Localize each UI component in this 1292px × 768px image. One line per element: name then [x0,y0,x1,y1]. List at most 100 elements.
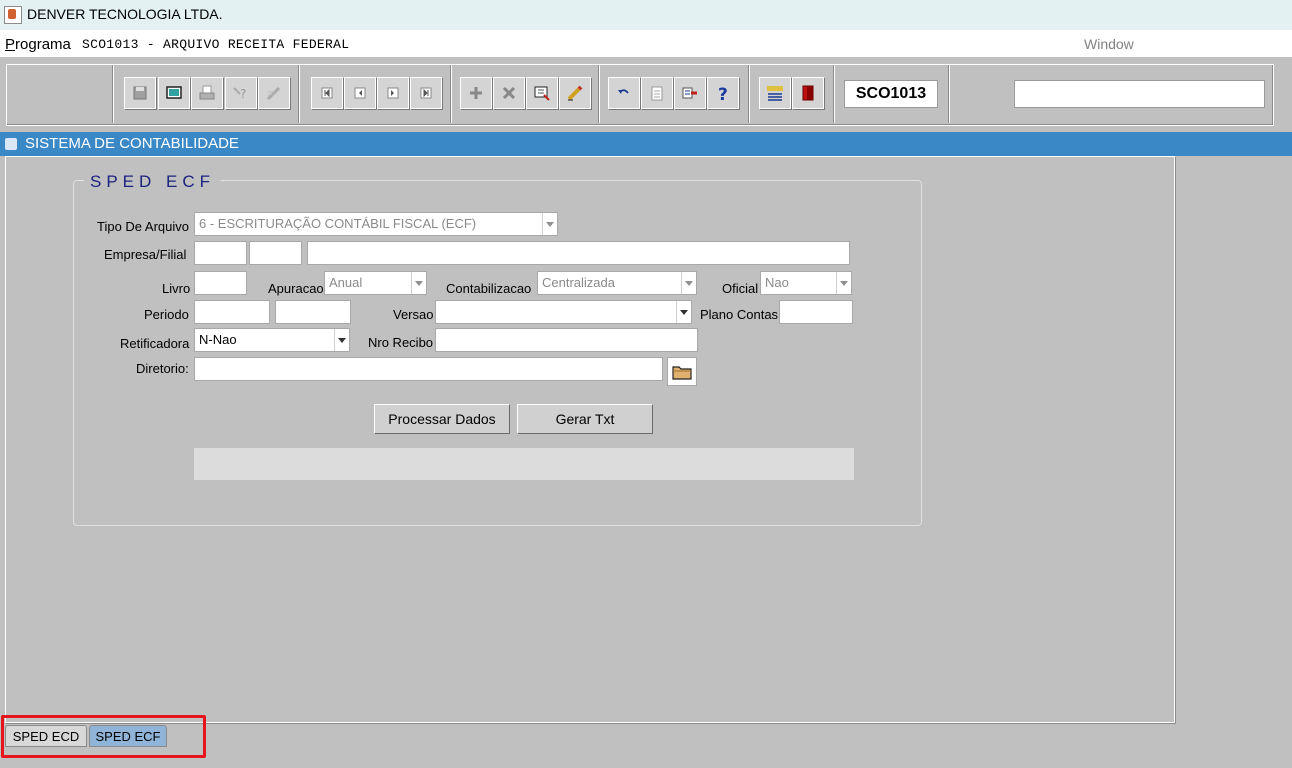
toolbar-separator [598,65,600,123]
group-title: SPED ECF [84,172,222,192]
empresa-nome-input[interactable] [307,241,850,265]
oficial-select[interactable]: Nao [760,271,852,295]
menu-bar: Programa SCO1013 - ARQUIVO RECEITA FEDER… [0,30,1292,57]
edit-button[interactable] [258,77,290,109]
print-button[interactable] [191,77,223,109]
copy-button[interactable] [641,77,673,109]
retificadora-select[interactable]: N-Nao [194,328,350,352]
next-record-icon [387,87,399,99]
section-header: SISTEMA DE CONTABILIDADE [0,132,1292,156]
execute-query-icon [534,86,550,101]
oficial-value: Nao [765,275,789,290]
svg-text:?: ? [240,87,246,101]
delete-x-icon [502,86,516,100]
progress-area [194,448,854,480]
diretorio-label: Diretorio: [136,361,189,376]
last-record-icon [420,87,432,99]
chevron-down-icon [411,272,426,294]
diretorio-input[interactable] [194,357,663,381]
contabilizacao-label: Contabilizacao [446,281,532,296]
menu-programa[interactable]: Programa [5,36,71,53]
oficial-label: Oficial [722,281,759,296]
svg-text:?: ? [718,85,728,102]
periodo-fim-input[interactable] [275,300,351,324]
help-button[interactable]: ? [707,77,739,109]
apuracao-value: Anual [329,275,363,290]
floppy-disk-icon [133,86,147,100]
menu-button[interactable] [759,77,791,109]
gerar-txt-button[interactable]: Gerar Txt [517,404,653,434]
first-record-icon [321,87,333,99]
exit-button[interactable] [792,77,824,109]
periodo-inicio-input[interactable] [194,300,270,324]
next-record-button[interactable] [377,77,409,109]
undo-button[interactable] [608,77,640,109]
contabilizacao-value: Centralizada [542,275,615,290]
execute-query-button[interactable] [526,77,558,109]
processar-dados-button[interactable]: Processar Dados [374,404,510,434]
nro-recibo-label: Nro Recibo [368,335,434,350]
browse-folder-button[interactable] [667,357,697,386]
question-mark-icon: ? [718,85,728,102]
apuracao-select[interactable]: Anual [324,271,427,295]
section-title: SISTEMA DE CONTABILIDADE [25,135,239,152]
enter-query-button[interactable] [158,77,190,109]
menu-window[interactable]: Window [1084,36,1134,52]
retificadora-label: Retificadora [120,336,190,351]
retificadora-value: N-Nao [199,332,237,347]
toolbar-separator [112,65,114,123]
java-app-icon [4,6,22,24]
tipo-arquivo-value: 6 - ESCRITURAÇÃO CONTÁBIL FISCAL (ECF) [199,216,477,231]
save-button[interactable] [124,77,156,109]
folder-icon [672,365,692,380]
contabilizacao-select[interactable]: Centralizada [537,271,697,295]
title-bar: DENVER TECNOLOGIA LTDA. [0,0,1292,30]
list-values-icon [682,87,697,99]
empresa-filial-label: Empresa/Filial [104,247,187,262]
list-values-button[interactable] [674,77,706,109]
undo-icon [618,89,629,94]
menu-icon [767,86,783,101]
help-query-button[interactable]: ? [225,77,257,109]
eraser-pencil-icon [567,85,583,101]
chevron-down-icon [681,272,696,294]
livro-label: Livro [162,281,191,296]
first-record-button[interactable] [311,77,343,109]
window-title: DENVER TECNOLOGIA LTDA. [27,6,223,22]
highlight-box [1,715,206,758]
versao-select[interactable] [435,300,692,324]
plano-contas-label: Plano Contas [700,307,779,322]
tipo-arquivo-label: Tipo De Arquivo [97,219,190,234]
plus-icon [470,87,482,99]
plano-contas-input[interactable] [779,300,853,324]
chevron-down-icon [334,329,349,351]
apuracao-label: Apuracao [268,281,324,296]
nro-recibo-input[interactable] [435,328,698,352]
chevron-down-icon [542,213,557,235]
delete-record-button[interactable] [493,77,525,109]
printer-icon [199,85,215,100]
insert-record-button[interactable] [460,77,492,109]
chevron-down-icon [836,272,851,294]
previous-record-button[interactable] [344,77,376,109]
status-field [1014,80,1265,108]
filial-input[interactable] [249,241,302,265]
toolbar-separator [748,65,750,123]
chevron-down-icon [676,301,691,323]
previous-record-icon [354,87,366,99]
empresa-input[interactable] [194,241,247,265]
window-menu-icon[interactable] [5,138,17,150]
clipboard-icon [651,86,663,101]
periodo-label: Periodo [144,307,189,322]
pencil-icon [266,86,281,101]
toolbar-separator [833,65,835,123]
livro-input[interactable] [194,271,247,295]
tipo-arquivo-select[interactable]: 6 - ESCRITURAÇÃO CONTÁBIL FISCAL (ECF) [194,212,558,236]
toolbar-separator [948,65,950,123]
program-name: SCO1013 - ARQUIVO RECEITA FEDERAL [82,37,350,52]
query-help-icon: ? [233,87,246,101]
clear-button[interactable] [559,77,591,109]
monitor-icon [166,86,182,99]
toolbar-separator [298,65,300,123]
last-record-button[interactable] [410,77,442,109]
